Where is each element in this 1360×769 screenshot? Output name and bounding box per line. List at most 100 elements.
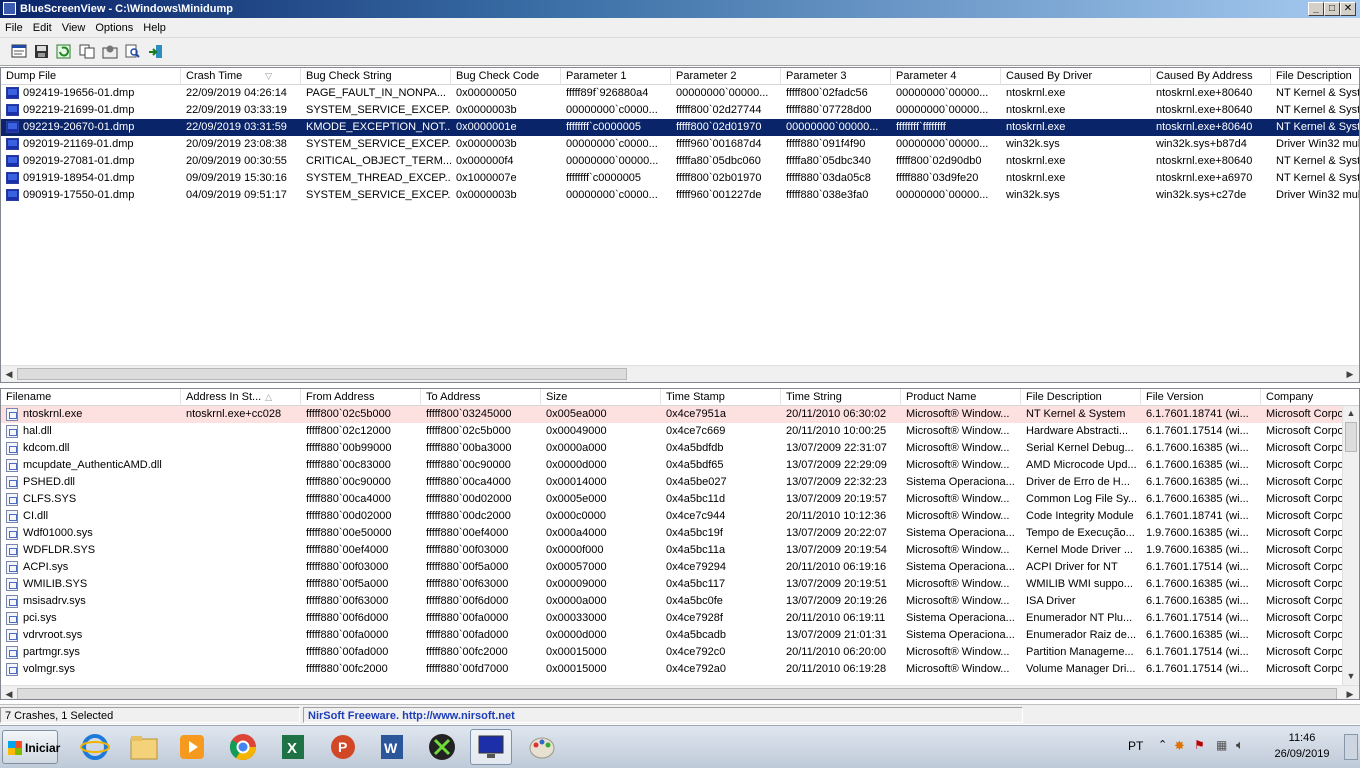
clock-date[interactable]: 26/09/2019	[1266, 748, 1338, 760]
scroll-right-icon[interactable]: ▶	[1343, 688, 1357, 699]
scroll-thumb[interactable]	[17, 688, 1337, 699]
column-header[interactable]: Parameter 2	[671, 68, 781, 85]
column-header[interactable]: Crash Time ▽	[181, 68, 301, 85]
scroll-left-icon[interactable]: ◀	[2, 368, 16, 381]
media-player-icon[interactable]	[171, 729, 213, 765]
crash-row[interactable]: 092019-21169-01.dmp 20/09/2019 23:08:38 SY…	[1, 136, 1359, 153]
file-explorer-icon[interactable]	[123, 729, 165, 765]
save-icon[interactable]	[32, 42, 50, 60]
scroll-left-icon[interactable]: ◀	[2, 688, 16, 699]
column-header[interactable]: Parameter 4	[891, 68, 1001, 85]
driver-row[interactable]: kdcom.dll fffff880`00b99000 fffff880`00ba3…	[1, 440, 1359, 457]
menu-view[interactable]: View	[57, 18, 91, 38]
word-icon[interactable]: W	[371, 729, 413, 765]
menu-edit[interactable]: Edit	[28, 18, 57, 38]
volume-icon[interactable]: 🔈︎	[1236, 737, 1244, 753]
driver-list-hscroll[interactable]: ◀ ▶	[1, 685, 1359, 699]
minimize-button[interactable]: _	[1308, 2, 1324, 16]
copy-icon[interactable]	[78, 42, 96, 60]
driver-row[interactable]: volmgr.sys fffff880`00fc2000 fffff880`00fd…	[1, 661, 1359, 678]
maximize-button[interactable]: □	[1324, 2, 1340, 16]
chrome-icon[interactable]	[222, 729, 264, 765]
scroll-right-icon[interactable]: ▶	[1343, 368, 1357, 381]
column-header[interactable]: File Description	[1021, 389, 1141, 406]
column-header[interactable]: Time String	[781, 389, 901, 406]
avast-icon[interactable]: ✸	[1174, 738, 1185, 754]
nirsoft-link[interactable]: NirSoft Freeware. http://www.nirsoft.net	[303, 707, 1023, 723]
table-cell: 13/07/2009 20:22:07	[786, 527, 887, 539]
driver-row[interactable]: WMILIB.SYS fffff880`00f5a000 fffff880`00f6…	[1, 576, 1359, 593]
crash-row[interactable]: 092219-21699-01.dmp 22/09/2019 03:33:19 SY…	[1, 102, 1359, 119]
column-header[interactable]: Time Stamp	[661, 389, 781, 406]
column-header[interactable]: Product Name	[901, 389, 1021, 406]
table-cell: 00000000`c0000...	[566, 138, 658, 150]
crash-row[interactable]: 092019-27081-01.dmp 20/09/2019 00:30:55 CR…	[1, 153, 1359, 170]
crash-row[interactable]: 092419-19656-01.dmp 22/09/2019 04:26:14 PA…	[1, 85, 1359, 102]
driver-row[interactable]: mcupdate_AuthenticAMD.dll fffff880`00c830…	[1, 457, 1359, 474]
driver-row[interactable]: hal.dll fffff800`02c12000 fffff800`02c5b00…	[1, 423, 1359, 440]
show-desktop-button[interactable]	[1344, 734, 1358, 760]
network-icon[interactable]: ▦	[1216, 738, 1227, 752]
menu-help[interactable]: Help	[138, 18, 171, 38]
properties-icon[interactable]	[10, 42, 28, 60]
find-icon[interactable]	[124, 42, 142, 60]
language-indicator[interactable]: PT	[1128, 739, 1143, 753]
column-header[interactable]: File Version	[1141, 389, 1261, 406]
driver-row[interactable]: ntoskrnl.exe ntoskrnl.exe+cc028 fffff800`0…	[1, 406, 1359, 423]
paint-icon[interactable]	[521, 729, 563, 765]
show-hidden-icons-icon[interactable]: ⌃	[1158, 738, 1167, 751]
driver-row[interactable]: CLFS.SYS fffff880`00ca4000 fffff880`00d020…	[1, 491, 1359, 508]
driver-row[interactable]: ACPI.sys fffff880`00f03000 fffff880`00f5a0…	[1, 559, 1359, 576]
crash-row[interactable]: 090919-17550-01.dmp 04/09/2019 09:51:17 SY…	[1, 187, 1359, 204]
column-header[interactable]: Bug Check Code	[451, 68, 561, 85]
column-header[interactable]: From Address	[301, 389, 421, 406]
column-header[interactable]: Bug Check String	[301, 68, 451, 85]
crash-row[interactable]: 091919-18954-01.dmp 09/09/2019 15:30:16 SY…	[1, 170, 1359, 187]
internet-explorer-icon[interactable]	[74, 729, 116, 765]
driver-row[interactable]: pci.sys fffff880`00f6d000 fffff880`00fa000…	[1, 610, 1359, 627]
column-header[interactable]: Address In St... △	[181, 389, 301, 406]
driver-row[interactable]: vdrvroot.sys fffff880`00fa0000 fffff880`00…	[1, 627, 1359, 644]
bluescreenview-icon[interactable]	[470, 729, 512, 765]
powerpoint-icon[interactable]: P	[322, 729, 364, 765]
crash-row[interactable]: 092219-20670-01.dmp 22/09/2019 03:31:59 KM…	[1, 119, 1359, 136]
title-bar[interactable]: BlueScreenView - C:\Windows\Minidump _ □…	[0, 0, 1360, 18]
column-header[interactable]: File Description	[1271, 68, 1359, 85]
column-header[interactable]: Company	[1261, 389, 1359, 406]
table-cell: 00000000`c0000...	[566, 104, 658, 116]
driver-row[interactable]: WDFLDR.SYS fffff880`00ef4000 fffff880`00f0…	[1, 542, 1359, 559]
menu-options[interactable]: Options	[90, 18, 138, 38]
table-cell: 0x0000d000	[546, 629, 607, 641]
vscroll-thumb[interactable]	[1345, 422, 1357, 452]
start-button[interactable]: Iniciar	[2, 730, 60, 764]
table-cell: 6.1.7601.18741 (wi...	[1146, 408, 1249, 420]
driver-row[interactable]: CI.dll fffff880`00d02000 fffff880`00dc2000…	[1, 508, 1359, 525]
column-header[interactable]: Dump File	[1, 68, 181, 85]
driver-row[interactable]: partmgr.sys fffff880`00fad000 fffff880`00f…	[1, 644, 1359, 661]
scroll-down-icon[interactable]: ▼	[1344, 670, 1358, 683]
menu-file[interactable]: File	[0, 18, 28, 38]
column-header[interactable]: Filename	[1, 389, 181, 406]
clock-time[interactable]: 11:46	[1272, 732, 1332, 744]
column-header[interactable]: Parameter 3	[781, 68, 891, 85]
xbox-icon[interactable]	[421, 729, 463, 765]
driver-row[interactable]: msisadrv.sys fffff880`00f63000 fffff880`00…	[1, 593, 1359, 610]
crash-list-hscroll[interactable]: ◀ ▶	[1, 365, 1359, 382]
driver-row[interactable]: PSHED.dll fffff880`00c90000 fffff880`00ca4…	[1, 474, 1359, 491]
scroll-thumb[interactable]	[17, 368, 627, 380]
driver-row[interactable]: Wdf01000.sys fffff880`00e50000 fffff880`00…	[1, 525, 1359, 542]
excel-icon[interactable]: X	[272, 729, 314, 765]
advanced-options-icon[interactable]	[101, 42, 119, 60]
driver-list-vscroll[interactable]: ▲ ▼	[1342, 406, 1359, 685]
exit-icon[interactable]	[147, 42, 165, 60]
scroll-up-icon[interactable]: ▲	[1344, 407, 1358, 420]
column-header[interactable]: Parameter 1	[561, 68, 671, 85]
refresh-icon[interactable]	[54, 42, 72, 60]
column-header[interactable]: To Address	[421, 389, 541, 406]
action-center-icon[interactable]: ⚑	[1194, 738, 1205, 752]
column-header[interactable]: Size	[541, 389, 661, 406]
column-header[interactable]: Caused By Address	[1151, 68, 1271, 85]
column-header[interactable]: Caused By Driver	[1001, 68, 1151, 85]
close-button[interactable]: ✕	[1340, 2, 1356, 16]
driver-file-icon	[6, 408, 18, 421]
